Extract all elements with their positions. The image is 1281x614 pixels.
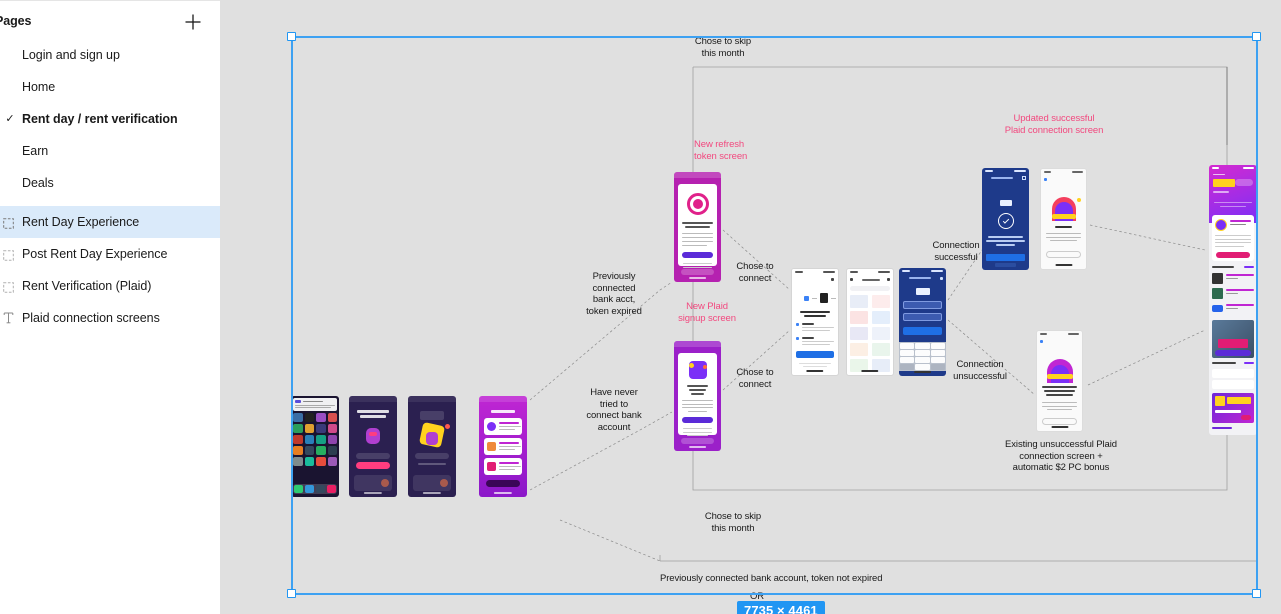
pages-panel-title: Pages [0,14,32,28]
annotation-chose-to-skip-bottom: Chose to skip this month [704,511,762,534]
sidebar-item-rent-day-rent-verification[interactable]: ✓ Rent day / rent verification [0,103,220,135]
selection-edge-top[interactable] [291,36,1258,38]
screen-refresh-token[interactable] [674,172,721,282]
pages-panel-header: Pages [0,11,220,35]
sidebar-item-label: Rent Verification (Plaid) [22,279,152,293]
selection-edge-left[interactable] [291,36,293,595]
screen-ios-home-notification[interactable] [291,396,339,497]
frame-icon [3,216,14,229]
sidebar-item-login-and-sign-up[interactable]: Login and sign up [0,39,220,71]
sidebar-item-post-rent-day-experience[interactable]: Post Rent Day Experience [0,238,220,270]
selection-handle-top-left[interactable] [287,32,296,41]
text-icon [3,311,14,324]
sidebar-item-rent-day-experience[interactable]: Rent Day Experience [0,206,220,238]
selection-handle-bottom-left[interactable] [287,589,296,598]
selection-handle-top-right[interactable] [1252,32,1261,41]
sidebar-item-label: Rent Day Experience [22,215,140,229]
screen-rent-day-win[interactable] [408,396,456,497]
annotation-connection-successful: Connection successful [932,240,980,263]
pages-panel: Pages Login and sign up Home ✓ Rent day … [0,0,220,614]
sidebar-item-label: Plaid connection screens [22,311,160,325]
sidebar-item-plaid-connection-screens[interactable]: Plaid connection screens [0,302,220,334]
checkmark-icon: ✓ [5,113,15,125]
sidebar-item-label: Home [22,80,56,94]
sidebar-item-rent-verification-plaid[interactable]: Rent Verification (Plaid) [0,270,220,302]
annotation-previously-connected-not-expired: Previously connected bank account, token… [660,573,883,584]
annotation-have-never-tried: Have never tried to connect bank account [586,387,642,433]
selection-edge-bottom[interactable] [291,593,1258,595]
annotation-connection-unsuccessful: Connection unsuccessful [953,359,1007,382]
screen-citi-success[interactable] [982,168,1029,270]
frame-icon [3,280,14,293]
annotation-chose-to-connect-bottom: Chose to connect [736,367,774,390]
selection-handle-bottom-right[interactable] [1252,589,1261,598]
frame-icon [3,248,14,261]
annotation-existing-unsuccessful: Existing unsuccessful Plaid connection s… [1005,439,1117,473]
sidebar-item-deals[interactable]: Deals [0,167,220,199]
annotation-updated-successful: Updated successful Plaid connection scre… [1004,113,1104,136]
sidebar-item-label: Deals [22,176,54,190]
annotation-chose-to-skip-top: Chose to skip this month [694,36,752,59]
sidebar-item-label: Rent day / rent verification [22,112,178,126]
screen-plaid-signup[interactable] [674,341,721,451]
design-tool-window: Chose to skip this month New refresh tok… [0,0,1281,614]
sidebar-item-earn[interactable]: Earn [0,135,220,167]
annotation-chose-to-connect-top: Chose to connect [736,261,774,284]
screen-home-feed[interactable] [1209,165,1257,435]
screen-you-did-it[interactable] [1040,168,1087,270]
plus-icon[interactable] [182,11,204,33]
screen-plaid-bank-list[interactable] [846,268,894,376]
screen-plaid-unsuccessful[interactable] [1036,330,1083,432]
sidebar-item-label: Post Rent Day Experience [22,247,168,261]
screen-youve-earned[interactable] [479,396,527,497]
annotation-new-plaid-signup: New Plaid signup screen [678,301,736,324]
design-canvas[interactable]: Chose to skip this month New refresh tok… [220,0,1281,614]
screen-plaid-consent[interactable] [791,268,839,376]
screen-plaid-citi-login[interactable] [899,268,946,376]
screen-rent-day-is-now[interactable] [349,396,397,497]
annotation-new-refresh-token: New refresh token screen [694,139,748,162]
sidebar-item-label: Earn [22,144,49,158]
selection-edge-right[interactable] [1256,36,1258,595]
sidebar-item-label: Login and sign up [22,48,120,62]
annotation-previously-connected: Previously connected bank acct, token ex… [586,271,642,317]
sidebar-item-home[interactable]: Home [0,71,220,103]
selection-dimension-badge: 7735 × 4461 [737,601,825,614]
